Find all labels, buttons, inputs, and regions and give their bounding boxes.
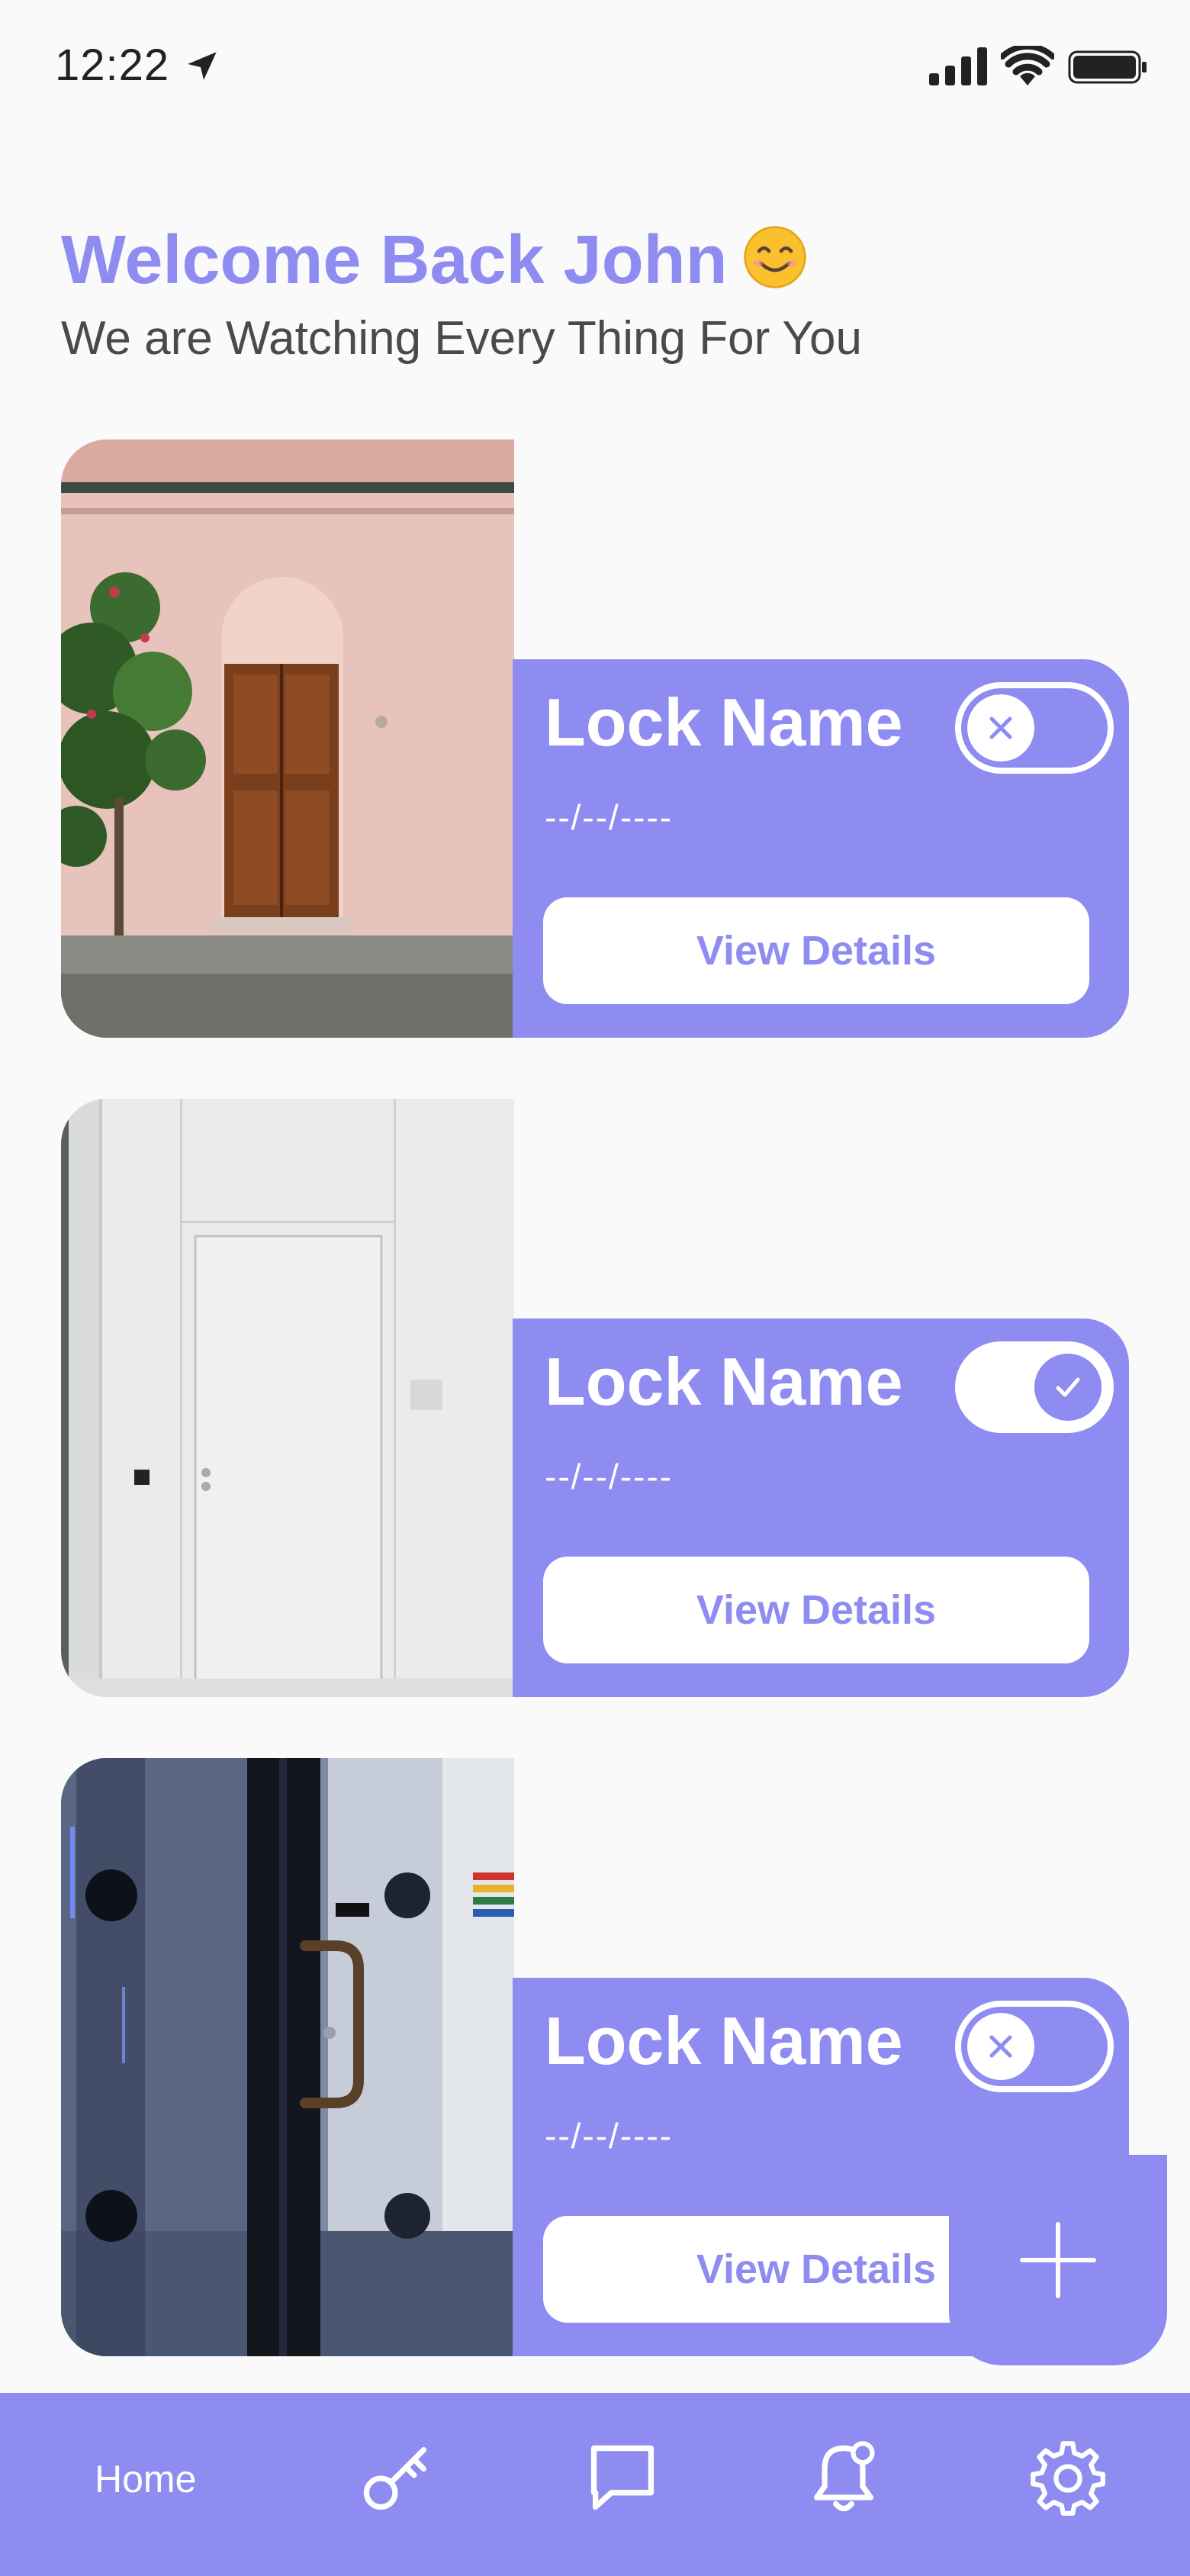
check-icon <box>1056 1377 1080 1397</box>
lock-toggle[interactable] <box>955 1341 1114 1433</box>
wifi-icon <box>1001 46 1054 85</box>
lock-toggle[interactable] <box>955 682 1114 774</box>
lock-name: Lock Name <box>545 1344 903 1419</box>
lock-card: Lock Name --/--/---- View Details <box>61 1099 1129 1697</box>
battery-icon <box>1068 50 1147 84</box>
chat-icon[interactable] <box>583 2437 662 2516</box>
location-arrow-icon <box>188 52 217 80</box>
status-time: 12:22 <box>55 40 170 90</box>
toggle-knob <box>1034 1354 1102 1421</box>
lock-name: Lock Name <box>545 2003 903 2079</box>
gear-icon[interactable] <box>1028 2437 1108 2516</box>
view-details-button[interactable]: View Details <box>543 1557 1089 1663</box>
plus-icon <box>1020 2222 1096 2298</box>
welcome-text: Welcome Back John <box>61 222 728 298</box>
tab-bar: Home <box>0 2393 1190 2576</box>
status-bar: 12:22 <box>0 0 1190 137</box>
close-icon <box>989 716 1012 739</box>
lock-toggle[interactable] <box>955 2001 1114 2092</box>
lock-info-panel: Lock Name --/--/---- View Details <box>513 659 1129 1038</box>
bell-icon[interactable] <box>804 2437 883 2516</box>
toggle-knob <box>967 694 1034 762</box>
lock-photo <box>61 1758 514 2356</box>
view-details-button[interactable]: View Details <box>543 897 1089 1004</box>
lock-info-panel: Lock Name --/--/---- View Details <box>513 1319 1129 1697</box>
close-icon <box>989 2035 1012 2058</box>
lock-date: --/--/---- <box>545 1457 674 1496</box>
toggle-knob <box>967 2013 1034 2080</box>
signal-icon <box>929 47 987 85</box>
lock-date: --/--/---- <box>545 2116 674 2156</box>
tab-home[interactable]: Home <box>95 2457 196 2501</box>
welcome-subtitle: We are Watching Every Thing For You <box>61 312 862 365</box>
welcome-title: Welcome Back John <box>61 221 807 300</box>
key-icon[interactable] <box>357 2437 436 2516</box>
lock-card: Lock Name --/--/---- View Details <box>61 440 1129 1038</box>
smiling-face-icon <box>743 226 806 288</box>
lock-photo <box>61 440 514 1038</box>
add-lock-button[interactable] <box>949 2155 1167 2365</box>
lock-photo <box>61 1099 514 1697</box>
lock-name: Lock Name <box>545 684 903 760</box>
lock-date: --/--/---- <box>545 797 674 837</box>
